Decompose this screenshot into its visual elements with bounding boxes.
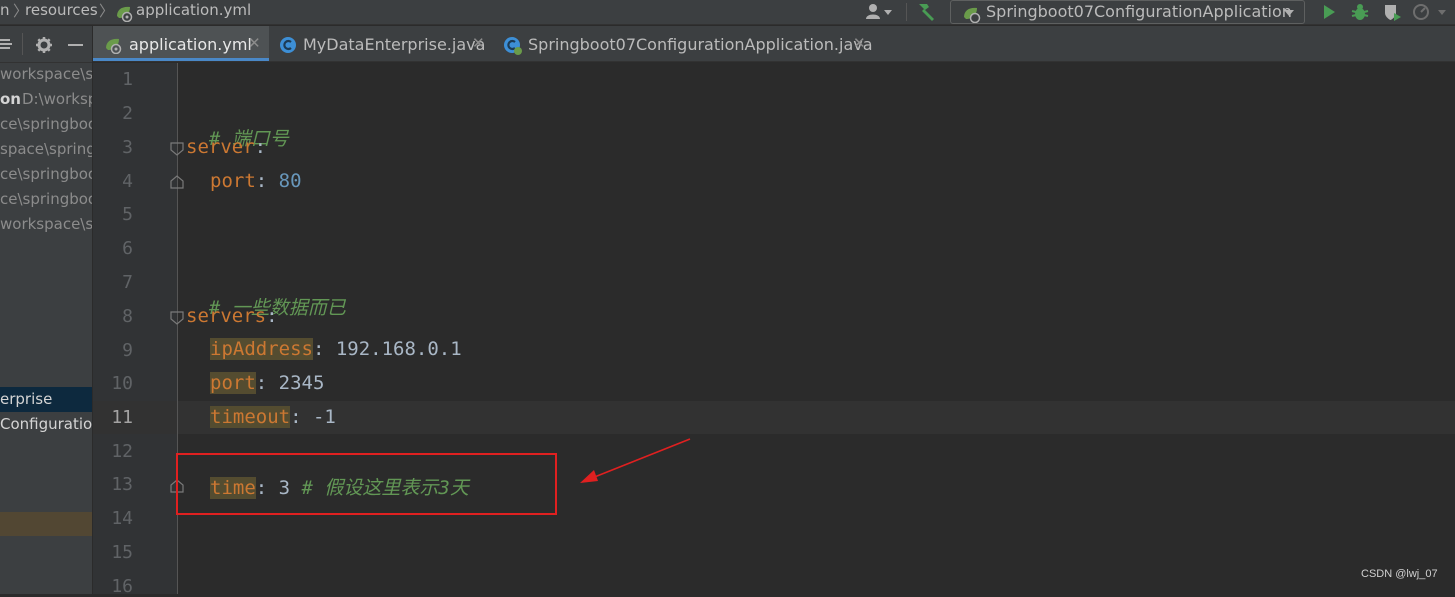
tree-item-label: space\springl [0,140,92,158]
yaml-key: server [186,136,255,158]
line-number: 12 [111,441,133,462]
line-number: 6 [122,238,133,259]
breadcrumb-separator: 〉 [99,2,115,20]
line-number-current: 11 [111,407,133,428]
yaml-spring-icon [103,36,123,58]
tree-item[interactable]: ce\springboo [0,187,92,212]
tree-item-label: ce\springboo [0,190,92,208]
line-number: 8 [122,306,133,327]
tree-item-label: ce\springboo [0,165,92,183]
yaml-key-unused: port [210,372,256,394]
tree-item[interactable]: space\springl [0,137,92,162]
gear-icon[interactable] [35,36,53,58]
breadcrumb-file[interactable]: application.yml [136,1,251,19]
coverage-shield-icon[interactable] [1380,2,1404,22]
breadcrumb-resources[interactable]: resources [25,1,98,19]
tree-item[interactable]: workspace\s [0,62,92,87]
tree-item[interactable]: ce\springboo [0,162,92,187]
tab-label: MyDataEnterprise.java [303,35,486,54]
editor-tab-bar: application.yml ✕ MyDataEnterprise.java … [93,26,1455,62]
tree-item[interactable]: on D:\worksp [0,87,92,112]
run-configuration-name: Springboot07ConfigurationApplication [986,2,1292,21]
breadcrumb-project[interactable]: n [0,1,10,19]
code-line-3: server: [186,136,266,158]
tree-item-label: ce\springboo [0,115,92,133]
code-line-4: port: 80 [210,170,302,192]
tree-item[interactable]: ce\springboo [0,112,92,137]
yaml-value: : 192.168.0.1 [312,338,462,360]
yaml-key-unused: ipAddress [210,338,313,360]
collapse-all-icon[interactable] [0,36,14,56]
code-line-9: ipAddress: 192.168.0.1 [210,338,462,360]
line-number: 5 [122,204,133,225]
code-line-10: port: 2345 [210,372,324,394]
close-icon[interactable]: ✕ [248,34,261,52]
tab-label: application.yml [129,35,252,54]
tab-label: Springboot07ConfigurationApplication.jav… [528,35,873,54]
chevron-down-icon [1284,10,1294,16]
annotation-box [176,453,557,515]
project-tool-window: workspace\s on D:\worksp ce\springboo sp… [0,26,92,594]
line-number: 15 [111,542,133,563]
run-icon[interactable] [1318,2,1340,22]
project-panel-toolbar [0,26,92,63]
line-number: 10 [111,373,133,394]
debug-bug-icon[interactable] [1348,2,1372,22]
tree-item-label: on [0,90,21,108]
tab-application-yml[interactable]: application.yml ✕ [93,26,269,61]
line-number: 2 [122,103,133,124]
annotation-arrow [580,438,691,483]
yaml-colon: : [255,170,279,192]
line-number: 3 [122,137,133,158]
close-icon[interactable]: ✕ [853,34,866,52]
close-icon[interactable]: ✕ [472,34,485,52]
fold-end-icon[interactable] [170,174,184,189]
yaml-key-unused: timeout [210,406,291,428]
tree-item[interactable]: Configuration [0,412,92,437]
user-account-icon[interactable] [862,2,896,22]
tree-search-highlight [0,512,92,536]
minimize-icon[interactable] [68,44,83,46]
fold-collapse-icon[interactable] [170,141,184,156]
line-number: 1 [122,69,133,90]
tab-mydataenterprise-java[interactable]: MyDataEnterprise.java ✕ [271,26,493,61]
tree-item-label: workspace\s [0,215,92,233]
toolbar-divider [906,3,907,21]
code-line-11: timeout: -1 [210,406,336,428]
java-class-icon [279,36,297,58]
yaml-colon: : [266,305,278,327]
yaml-spring-icon [114,4,134,26]
yaml-key: port [210,170,256,192]
build-hammer-icon[interactable] [914,2,938,22]
tree-item-label: workspace\s [0,65,92,83]
line-number: 4 [122,171,133,192]
yaml-value: : -1 [290,406,336,428]
tree-item-path: D:\worksp [22,90,92,108]
navigation-bar: n 〉 resources 〉 application.yml Springbo… [0,0,1455,25]
line-number: 7 [122,272,133,293]
line-number: 9 [122,340,133,361]
code-line-8: servers: [186,305,278,327]
watermark: CSDN @lwj_07 [1361,568,1438,580]
tab-springboot07configurationapplication-java[interactable]: Springboot07ConfigurationApplication.jav… [495,26,875,61]
line-number: 14 [111,508,133,529]
tree-item[interactable]: workspace\s [0,212,92,237]
run-configuration-dropdown[interactable]: Springboot07ConfigurationApplication [950,0,1305,24]
yaml-value: : 2345 [255,372,325,394]
fold-collapse-icon[interactable] [170,310,184,325]
yaml-key: servers [186,305,267,327]
tree-item-label: erprise [0,390,53,408]
line-number: 13 [111,474,133,495]
spring-boot-app-icon [961,5,983,27]
yaml-value: 80 [278,170,302,192]
spring-boot-app-icon [503,36,523,60]
profiler-icon[interactable] [1410,2,1450,22]
toolbar-divider [22,33,23,55]
tree-item-selected[interactable]: erprise [0,387,92,412]
tree-item-label: Configuration [0,415,92,433]
yaml-colon: : [254,136,267,158]
